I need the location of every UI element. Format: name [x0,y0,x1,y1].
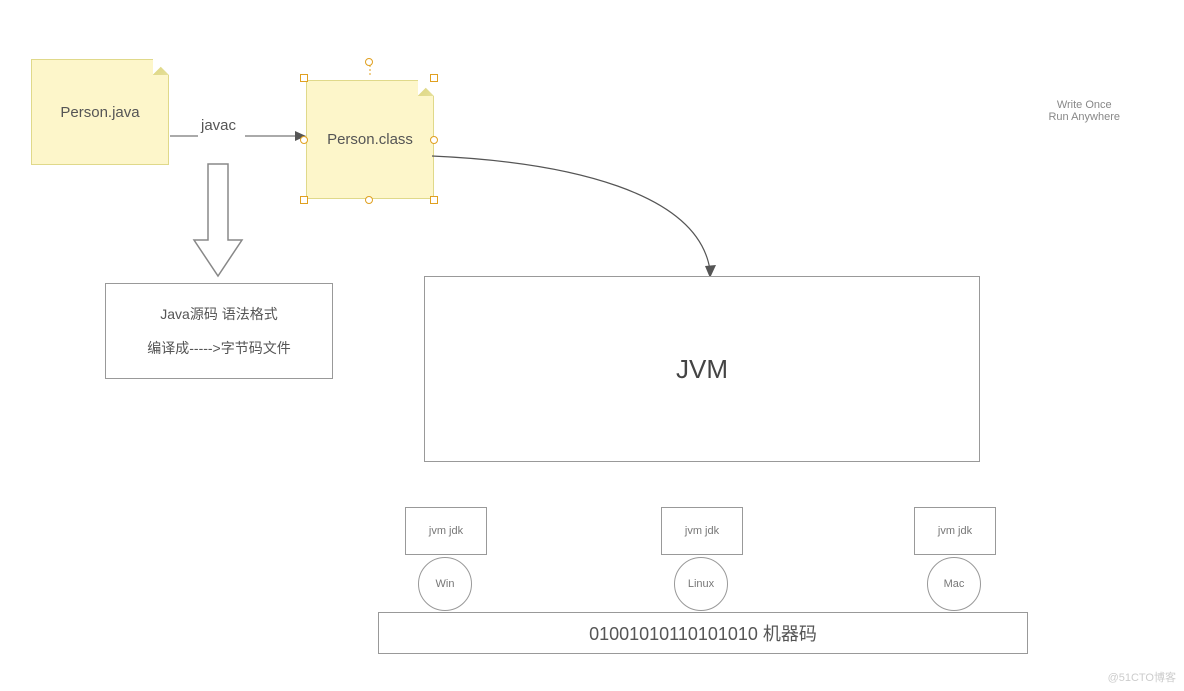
sel-handle-mr[interactable] [430,136,438,144]
platform-box-mac: jvm jdk [914,507,996,555]
jvm-label: JVM [676,354,728,385]
os-circle-win: Win [418,557,472,611]
desc-line1: Java源码 语法格式 [160,304,277,324]
platform-box-win-label: jvm jdk [429,525,463,537]
sel-handle-tl[interactable] [300,74,308,82]
os-circle-linux: Linux [674,557,728,611]
machine-code-bar: 01001010110101010 机器码 [378,612,1028,654]
note-source-label: Person.java [60,104,139,121]
sel-handle-ml[interactable] [300,136,308,144]
slogan: Write Once Run Anywhere [1048,99,1120,123]
note-corner-cut [153,59,169,75]
big-down-arrow [190,162,246,280]
sel-handle-bl[interactable] [300,196,308,204]
note-person-class: Person.class [306,80,434,199]
platform-box-win: jvm jdk [405,507,487,555]
rotation-stem [368,65,372,77]
note-person-java: Person.java [31,59,169,165]
machine-code-label: 01001010110101010 机器码 [589,620,817,646]
platform-box-linux-label: jvm jdk [685,525,719,537]
os-circle-mac: Mac [927,557,981,611]
os-mac-label: Mac [944,578,965,590]
arrow-class-to-jvm [428,152,738,282]
sel-handle-bm[interactable] [365,196,373,204]
watermark: @51CTO博客 [1108,669,1176,685]
sel-handle-tr[interactable] [430,74,438,82]
note-corner-cut [418,80,434,96]
slogan-line2: Run Anywhere [1048,111,1120,123]
slogan-line1: Write Once [1048,99,1120,111]
description-box: Java源码 语法格式 编译成----->字节码文件 [105,283,333,379]
jvm-box: JVM [424,276,980,462]
platform-box-mac-label: jvm jdk [938,525,972,537]
os-linux-label: Linux [688,578,714,590]
platform-box-linux: jvm jdk [661,507,743,555]
desc-line2: 编译成----->字节码文件 [147,338,291,358]
os-win-label: Win [436,578,455,590]
note-class-label: Person.class [327,131,413,148]
arrow-javac [170,125,310,155]
